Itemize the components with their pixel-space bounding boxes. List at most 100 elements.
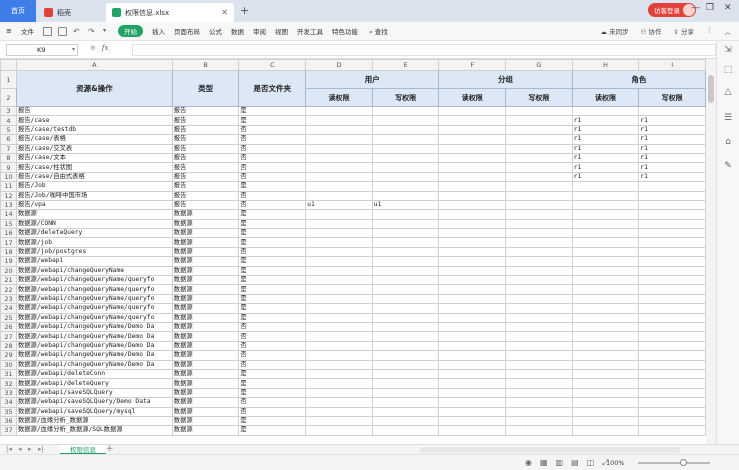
cell-g[interactable] bbox=[505, 246, 573, 258]
cell-f[interactable] bbox=[438, 368, 507, 380]
cell-d[interactable] bbox=[305, 181, 373, 192]
cell-c[interactable]: 是 bbox=[238, 256, 307, 267]
row-header[interactable]: 23 bbox=[0, 293, 17, 305]
cell-h[interactable] bbox=[571, 275, 640, 286]
row-header[interactable]: 34 bbox=[0, 397, 17, 408]
cell-c[interactable]: 否 bbox=[238, 406, 307, 417]
cell-i[interactable]: r1 bbox=[638, 171, 706, 183]
cell-i[interactable] bbox=[638, 293, 706, 305]
cell-a[interactable]: 数据源/血缘分析_数据源/SQL数据源 bbox=[15, 425, 173, 436]
cell-i[interactable] bbox=[638, 105, 706, 117]
row-header[interactable]: 18 bbox=[0, 246, 17, 258]
next-sheet-icon[interactable]: ▸ bbox=[28, 445, 32, 453]
cell-c[interactable]: 是 bbox=[238, 105, 307, 117]
row-header[interactable]: 24 bbox=[0, 303, 17, 314]
row-header[interactable]: 7 bbox=[0, 143, 17, 154]
cell-f[interactable] bbox=[438, 134, 507, 145]
cell-g[interactable] bbox=[505, 350, 573, 361]
row-header[interactable]: 2 bbox=[0, 88, 17, 107]
cell-b[interactable]: 报告 bbox=[171, 105, 240, 117]
cell-a[interactable]: 数据源/webapi/changeQueryName/queryfo bbox=[15, 293, 173, 305]
cell-b[interactable]: 报告 bbox=[171, 143, 240, 154]
cell-b[interactable]: 数据源 bbox=[171, 303, 240, 314]
cell-e[interactable] bbox=[371, 181, 440, 192]
cell-d[interactable] bbox=[305, 397, 373, 408]
cell-a[interactable]: 报告/case/表格 bbox=[15, 134, 173, 145]
zoom-formula-icon[interactable]: ⊕ bbox=[90, 44, 96, 52]
row-header[interactable]: 20 bbox=[0, 265, 17, 277]
cell-a[interactable]: 数据源/webapi/changeQueryName/Demo Da bbox=[15, 340, 173, 352]
cell-h[interactable] bbox=[571, 340, 640, 352]
column-header-h[interactable]: H bbox=[571, 59, 640, 71]
cell-f[interactable] bbox=[438, 293, 507, 305]
header-user-write[interactable]: 写权限 bbox=[371, 88, 440, 107]
cell-h[interactable] bbox=[571, 284, 640, 295]
cell-e[interactable] bbox=[371, 209, 440, 220]
cell-g[interactable] bbox=[505, 115, 573, 126]
cell-d[interactable] bbox=[305, 256, 373, 267]
cell-c[interactable]: 否 bbox=[238, 199, 307, 211]
prev-sheet-icon[interactable]: ◂ bbox=[18, 445, 22, 453]
page-layout-icon[interactable]: ▥ bbox=[556, 458, 564, 468]
cell-c[interactable]: 否 bbox=[238, 134, 307, 145]
cell-d[interactable] bbox=[305, 190, 373, 201]
cell-h[interactable] bbox=[571, 181, 640, 192]
cell-i[interactable] bbox=[638, 303, 706, 314]
cell-f[interactable] bbox=[438, 425, 507, 436]
header-group-read[interactable]: 读权限 bbox=[438, 88, 507, 107]
cell-a[interactable]: 数据源/webapi/saveSQLQuery/Demo Data bbox=[15, 397, 173, 408]
cell-d[interactable] bbox=[305, 284, 373, 295]
cell-e[interactable] bbox=[371, 105, 440, 117]
header-group-write[interactable]: 写权限 bbox=[505, 88, 573, 107]
row-header[interactable]: 33 bbox=[0, 387, 17, 399]
cell-i[interactable]: r1 bbox=[638, 134, 706, 145]
cell-a[interactable]: 报告/case/自由式表格 bbox=[15, 171, 173, 183]
cell-i[interactable] bbox=[638, 331, 706, 342]
cell-g[interactable] bbox=[505, 387, 573, 399]
cell-e[interactable] bbox=[371, 218, 440, 230]
cell-c[interactable]: 是 bbox=[238, 303, 307, 314]
cell-c[interactable]: 是 bbox=[238, 284, 307, 295]
cell-d[interactable] bbox=[305, 209, 373, 220]
cell-c[interactable]: 否 bbox=[238, 190, 307, 201]
cell-e[interactable] bbox=[371, 256, 440, 267]
collab-button[interactable]: ⚇ 协作 bbox=[641, 26, 662, 36]
last-sheet-icon[interactable]: ▸| bbox=[38, 445, 44, 453]
header-user-read[interactable]: 读权限 bbox=[305, 88, 373, 107]
cell-i[interactable] bbox=[638, 312, 706, 324]
normal-view-icon[interactable]: ▦ bbox=[540, 458, 548, 468]
cell-b[interactable]: 数据源 bbox=[171, 350, 240, 361]
save-icon[interactable] bbox=[43, 26, 52, 36]
cell-c[interactable]: 是 bbox=[238, 425, 307, 436]
formula-input[interactable] bbox=[132, 44, 716, 56]
cell-b[interactable]: 数据源 bbox=[171, 275, 240, 286]
row-header[interactable]: 10 bbox=[0, 171, 17, 183]
cell-g[interactable] bbox=[505, 237, 573, 248]
row-header[interactable]: 29 bbox=[0, 350, 17, 361]
cell-g[interactable] bbox=[505, 134, 573, 145]
cell-g[interactable] bbox=[505, 406, 573, 417]
cell-f[interactable] bbox=[438, 275, 507, 286]
cell-e[interactable] bbox=[371, 190, 440, 201]
cell-e[interactable] bbox=[371, 425, 440, 436]
row-header[interactable]: 6 bbox=[0, 134, 17, 145]
cell-g[interactable] bbox=[505, 293, 573, 305]
cell-e[interactable]: u1 bbox=[371, 199, 440, 211]
cell-d[interactable] bbox=[305, 368, 373, 380]
cell-c[interactable]: 是 bbox=[238, 218, 307, 230]
cell-f[interactable] bbox=[438, 143, 507, 154]
cell-e[interactable] bbox=[371, 350, 440, 361]
cell-e[interactable] bbox=[371, 246, 440, 258]
cell-e[interactable] bbox=[371, 237, 440, 248]
cell-a[interactable]: 数据源/webapi/deleteConn bbox=[15, 368, 173, 380]
cell-h[interactable] bbox=[571, 397, 640, 408]
cell-a[interactable]: 数据源/webapi bbox=[15, 256, 173, 267]
cell-f[interactable] bbox=[438, 378, 507, 389]
row-header[interactable]: 11 bbox=[0, 181, 17, 192]
cell-f[interactable] bbox=[438, 228, 507, 239]
cell-e[interactable] bbox=[371, 368, 440, 380]
cell-e[interactable] bbox=[371, 275, 440, 286]
column-header-f[interactable]: F bbox=[438, 59, 507, 71]
select-all-corner[interactable] bbox=[0, 59, 17, 71]
cell-c[interactable]: 否 bbox=[238, 171, 307, 183]
